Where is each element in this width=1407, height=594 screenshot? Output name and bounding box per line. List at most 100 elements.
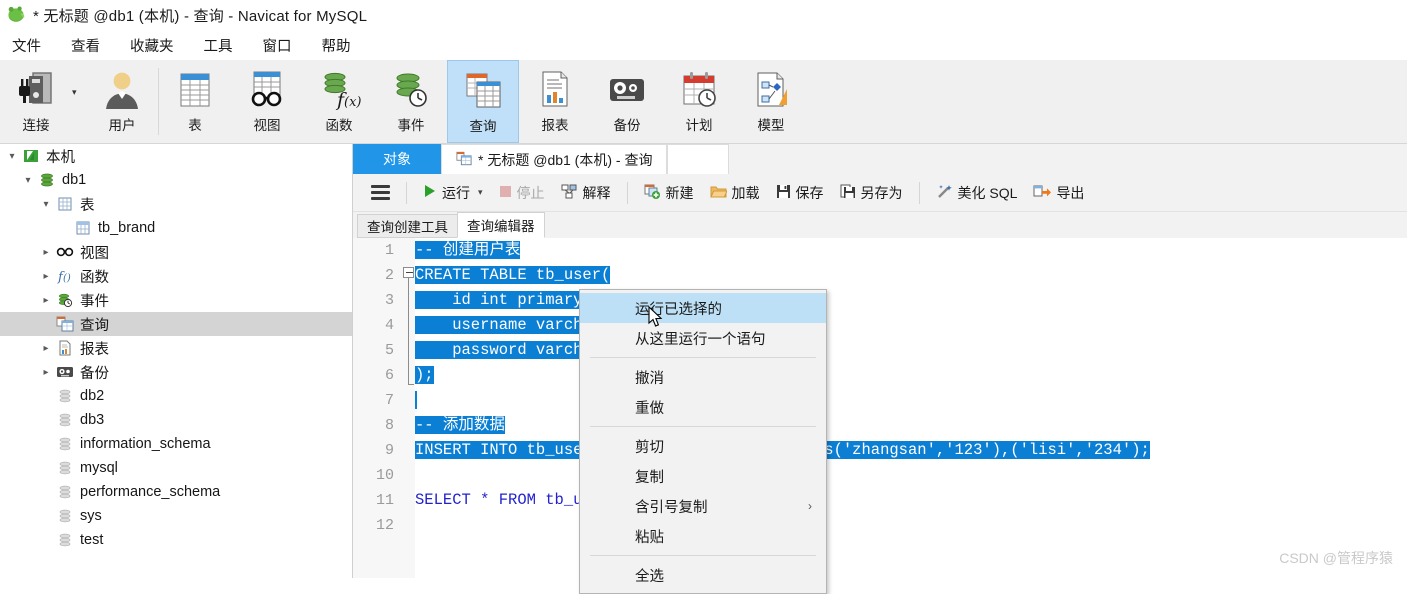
tree-item-reports[interactable]: ▸ 报表 [0, 336, 352, 360]
tree-item-sys[interactable]: ▸ sys [0, 504, 352, 528]
hamburger-menu-icon[interactable] [363, 181, 398, 204]
ribbon-button-table[interactable]: 表 [159, 60, 231, 143]
context-menu-item-redo[interactable]: 重做 [580, 392, 826, 422]
export-button-label: 导出 [1056, 183, 1084, 203]
toolbar-divider-2 [627, 182, 628, 204]
object-tree-sidebar[interactable]: ▾ 本机 ▾ db1 ▾ 表 ▸ tb_brand [0, 144, 353, 578]
ribbon-button-backup[interactable]: 备份 [591, 60, 663, 143]
menu-item-file[interactable]: 文件 [10, 33, 43, 58]
tree-item-mysql[interactable]: ▸ mysql [0, 456, 352, 480]
menu-item-favorites[interactable]: 收藏夹 [128, 33, 176, 58]
ribbon-button-schedule[interactable]: 计划 [663, 60, 735, 143]
tree-item-backup[interactable]: ▸ 备份 [0, 360, 352, 384]
ribbon-button-report[interactable]: 报表 [519, 60, 591, 143]
tree-item-host[interactable]: ▾ 本机 [0, 144, 352, 168]
editor-context-menu[interactable]: 运行已选择的 从这里运行一个语句 撤消 重做 剪切 复制 含引号复制 › 粘贴 … [579, 289, 827, 594]
load-button[interactable]: 加载 [702, 180, 768, 206]
context-menu-item-copy-with-quotes[interactable]: 含引号复制 › [580, 491, 826, 521]
new-button-label: 新建 [666, 183, 694, 203]
code-line-7[interactable] [415, 388, 1407, 413]
code-line-12[interactable] [415, 513, 1407, 538]
tab-objects[interactable]: 对象 [353, 144, 441, 174]
save-as-button[interactable]: 另存为 [832, 180, 911, 206]
tree-item-db2[interactable]: ▸ db2 [0, 384, 352, 408]
editor-fold-column[interactable] [401, 238, 415, 578]
tree-item-information-schema[interactable]: ▸ information_schema [0, 432, 352, 456]
code-line-1[interactable]: -- 创建用户表 [415, 238, 1407, 263]
tree-item-db3[interactable]: ▸ db3 [0, 408, 352, 432]
chevron-right-icon[interactable]: ▸ [38, 247, 54, 258]
main-tab-strip: 对象 * 无标题 @db1 (本机) - 查询 [353, 144, 1407, 174]
tree-item-functions[interactable]: ▸ f() 函数 [0, 264, 352, 288]
code-line-9[interactable]: INSERT INTO tb_user(username,password) v… [415, 438, 1407, 463]
ribbon-button-event[interactable]: 事件 [375, 60, 447, 143]
ribbon-button-user[interactable]: 用户 [86, 60, 158, 143]
code-line-2[interactable]: CREATE TABLE tb_user( [415, 263, 1407, 288]
tree-item-query[interactable]: ▸ 查询 [0, 312, 352, 336]
beautify-sql-button[interactable]: 美化 SQL [928, 180, 1026, 206]
run-dropdown-caret-icon[interactable]: ▾ [478, 187, 483, 198]
window-title: * 无标题 @db1 (本机) - 查询 - Navicat for MySQL [33, 5, 367, 26]
user-icon [100, 68, 144, 112]
export-button[interactable]: 导出 [1025, 180, 1092, 206]
code-line-10[interactable] [415, 463, 1407, 488]
line-number: 2 [353, 263, 401, 288]
tab-query-editor[interactable]: 查询编辑器 [457, 212, 545, 238]
chevron-down-icon[interactable]: ▾ [4, 151, 20, 162]
code-line-11[interactable]: SELECT * FROM tb_user; [415, 488, 1407, 513]
connection-dropdown-caret-icon[interactable]: ▾ [72, 60, 86, 143]
tree-item-test[interactable]: ▸ test [0, 528, 352, 552]
context-menu-item-run-statement[interactable]: 从这里运行一个语句 [580, 323, 826, 353]
new-button[interactable]: 新建 [636, 180, 702, 206]
ribbon-button-function[interactable]: f (x) 函数 [303, 60, 375, 143]
ribbon-button-connection[interactable]: 连接 [0, 60, 72, 143]
code-line-8[interactable]: -- 添加数据 [415, 413, 1407, 438]
tab-query-document[interactable]: * 无标题 @db1 (本机) - 查询 [441, 144, 667, 174]
context-menu-item-select-all[interactable]: 全选 [580, 560, 826, 590]
run-button[interactable]: 运行 ▾ [415, 180, 491, 206]
tree-label-db1: db1 [58, 172, 86, 188]
code-text: ); [415, 366, 434, 384]
chevron-right-icon[interactable]: ▸ [38, 367, 54, 378]
tree-item-performance-schema[interactable]: ▸ performance_schema [0, 480, 352, 504]
menu-item-tools[interactable]: 工具 [202, 33, 235, 58]
ribbon-button-view[interactable]: 视图 [231, 60, 303, 143]
tree-item-tb-brand[interactable]: ▸ tb_brand [0, 216, 352, 240]
editor-vertical-scrollbar[interactable] [1397, 238, 1407, 578]
tree-item-db1[interactable]: ▾ db1 [0, 168, 352, 192]
tree-item-views[interactable]: ▸ 视图 [0, 240, 352, 264]
sql-editor[interactable]: 1 2 3 4 5 6 7 8 9 10 11 12 -- 创建用户表 CRE [353, 238, 1407, 578]
code-line-4[interactable]: username varchar(20), [415, 313, 1407, 338]
menu-item-help[interactable]: 帮助 [320, 33, 353, 58]
tree-item-events[interactable]: ▸ 事件 [0, 288, 352, 312]
explain-button[interactable]: 解释 [553, 180, 619, 206]
stop-button[interactable]: 停止 [491, 180, 553, 206]
ribbon-button-query[interactable]: 查询 [447, 60, 519, 143]
context-menu-item-undo[interactable]: 撤消 [580, 362, 826, 392]
code-line-3[interactable]: id int primary key auto_increment, [415, 288, 1407, 313]
tree-label-sys: sys [76, 508, 102, 524]
toolbar-divider-3 [919, 182, 920, 204]
context-menu-item-run-selected[interactable]: 运行已选择的 [580, 293, 826, 323]
chevron-right-icon[interactable]: ▸ [38, 271, 54, 282]
menu-item-window[interactable]: 窗口 [261, 33, 294, 58]
chevron-right-icon[interactable]: ▸ [38, 295, 54, 306]
ribbon-button-model[interactable]: 模型 [735, 60, 807, 143]
tab-query-builder[interactable]: 查询创建工具 [357, 214, 458, 238]
chevron-right-icon[interactable]: ▸ [38, 343, 54, 354]
database-gray-icon [54, 532, 76, 548]
chevron-down-icon[interactable]: ▾ [38, 199, 54, 210]
code-line-6[interactable]: ); [415, 363, 1407, 388]
code-line-5[interactable]: password varchar(32) [415, 338, 1407, 363]
context-menu-item-paste[interactable]: 粘贴 [580, 521, 826, 551]
table-icon [175, 68, 215, 112]
context-menu-item-cut[interactable]: 剪切 [580, 431, 826, 461]
editor-code-area[interactable]: -- 创建用户表 CREATE TABLE tb_user( id int pr… [415, 238, 1407, 578]
tree-label-tb-brand: tb_brand [94, 220, 155, 236]
tree-item-tables[interactable]: ▾ 表 [0, 192, 352, 216]
chevron-down-icon[interactable]: ▾ [20, 175, 36, 186]
save-button[interactable]: 保存 [768, 180, 832, 206]
fold-toggle-icon[interactable] [403, 267, 414, 278]
menu-item-view[interactable]: 查看 [69, 33, 102, 58]
context-menu-item-copy[interactable]: 复制 [580, 461, 826, 491]
